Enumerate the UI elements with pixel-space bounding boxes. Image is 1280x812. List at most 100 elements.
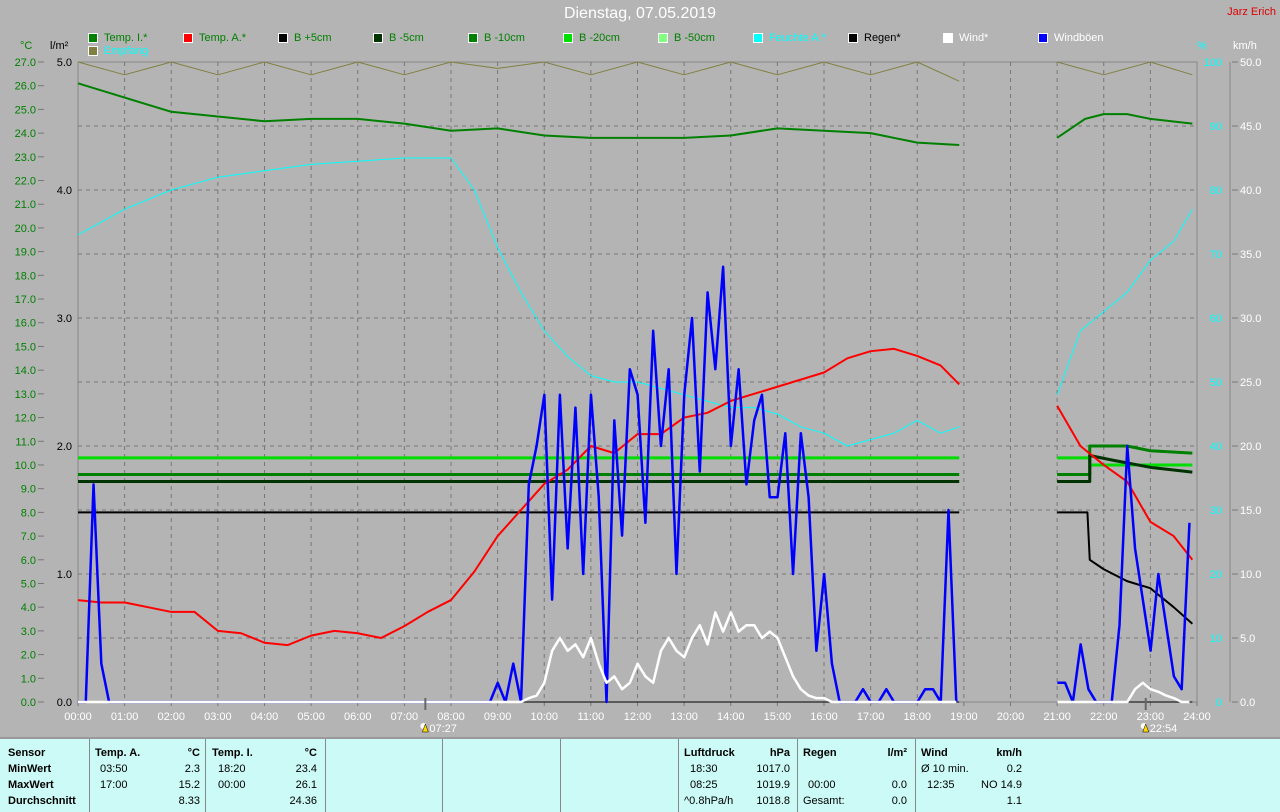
pressure-trend: ^0.8hPa/h xyxy=(684,795,734,807)
x-tick-label: 13:00 xyxy=(670,711,698,723)
x-tick-label: 10:00 xyxy=(530,711,558,723)
x-tick-label: 18:00 xyxy=(903,711,931,723)
x-tick-label: 02:00 xyxy=(157,711,185,723)
wind-tick-label: 0.0 xyxy=(1240,697,1255,709)
temp-tick-label: 26.0 xyxy=(15,81,36,93)
x-tick-label: 09:00 xyxy=(484,711,512,723)
temp-tick-label: 19.0 xyxy=(15,247,36,259)
temp-tick-label: 18.0 xyxy=(15,270,36,282)
humidity-tick-label: 30 xyxy=(1210,505,1222,517)
temp-tick-label: 17.0 xyxy=(15,294,36,306)
temp-a-min-value: 2.3 xyxy=(184,763,200,775)
temp-tick-label: 9.0 xyxy=(21,484,36,496)
temp-i-unit: °C xyxy=(304,747,317,759)
wind-tick-label: 5.0 xyxy=(1240,633,1255,645)
temp-tick-label: 20.0 xyxy=(15,223,36,235)
rain-max-time: 00:00 xyxy=(808,779,836,791)
x-tick-label: 04:00 xyxy=(251,711,279,723)
temp-tick-label: 22.0 xyxy=(15,176,36,188)
temp-tick-label: 0.0 xyxy=(21,697,36,709)
x-tick-label: 24:00 xyxy=(1183,711,1211,723)
temp-i-header: Temp. I. xyxy=(212,747,253,759)
pressure-average: 1018.8 xyxy=(756,795,790,807)
temp-a-average: 8.33 xyxy=(178,795,200,807)
x-tick-label: 07:00 xyxy=(391,711,419,723)
x-tick-label: 08:00 xyxy=(437,711,465,723)
temp-tick-label: 8.0 xyxy=(21,507,36,519)
humidity-tick-label: 90 xyxy=(1210,121,1222,133)
wind-avg10-value: 0.2 xyxy=(1006,763,1022,775)
temp-i-max-value: 26.1 xyxy=(295,779,317,791)
temp-tick-label: 12.0 xyxy=(15,413,36,425)
temp-i-max-time: 00:00 xyxy=(218,779,246,791)
humidity-tick-label: 0 xyxy=(1216,697,1222,709)
wind-unit: km/h xyxy=(996,747,1022,759)
pressure-max-time: 08:25 xyxy=(690,779,718,791)
rain-tick-label: 3.0 xyxy=(57,313,72,325)
humidity-tick-label: 100 xyxy=(1204,57,1222,69)
temp-i-min-value: 23.4 xyxy=(295,763,317,775)
temp-tick-label: 21.0 xyxy=(15,199,36,211)
temp-a-min-time: 03:50 xyxy=(100,763,128,775)
x-tick-label: 11:00 xyxy=(578,711,605,723)
pressure-min-time: 18:30 xyxy=(690,763,718,775)
wind-tick-label: 25.0 xyxy=(1240,377,1261,389)
wind-tick-label: 45.0 xyxy=(1240,121,1261,133)
rain-tick-label: 1.0 xyxy=(57,569,72,581)
humidity-tick-label: 20 xyxy=(1210,569,1222,581)
humidity-tick-label: 40 xyxy=(1210,441,1222,453)
wind-tick-label: 15.0 xyxy=(1240,505,1261,517)
temp-tick-label: 10.0 xyxy=(15,460,36,472)
humidity-tick-label: 80 xyxy=(1210,185,1222,197)
x-tick-label: 14:00 xyxy=(717,711,745,723)
temp-tick-label: 27.0 xyxy=(15,57,36,69)
temp-a-header: Temp. A. xyxy=(95,747,141,759)
temp-tick-label: 23.0 xyxy=(15,152,36,164)
temp-tick-label: 14.0 xyxy=(15,365,36,377)
x-tick-label: 01:00 xyxy=(111,711,139,723)
x-tick-label: 16:00 xyxy=(810,711,838,723)
rain-total-value: 0.0 xyxy=(891,795,907,807)
temp-tick-label: 1.0 xyxy=(21,673,36,685)
wind-tick-label: 30.0 xyxy=(1240,313,1261,325)
rain-header: Regen xyxy=(803,747,837,759)
x-tick-label: 23:00 xyxy=(1137,711,1165,723)
wind-tick-label: 20.0 xyxy=(1240,441,1261,453)
x-tick-label: 03:00 xyxy=(204,711,232,723)
wind-tick-label: 35.0 xyxy=(1240,249,1261,261)
humidity-tick-label: 10 xyxy=(1210,633,1222,645)
temp-tick-label: 13.0 xyxy=(15,389,36,401)
rain-unit: l/m² xyxy=(887,747,907,759)
temp-a-max-time: 17:00 xyxy=(100,779,128,791)
humidity-tick-label: 70 xyxy=(1210,249,1222,261)
pressure-unit: hPa xyxy=(769,747,790,759)
temp-a-max-value: 15.2 xyxy=(178,779,200,791)
temp-tick-label: 6.0 xyxy=(21,555,36,567)
temp-tick-label: 4.0 xyxy=(21,602,36,614)
x-tick-label: 22:00 xyxy=(1090,711,1118,723)
x-tick-label: 19:00 xyxy=(950,711,978,723)
rain-tick-label: 5.0 xyxy=(57,57,72,69)
humidity-tick-label: 60 xyxy=(1210,313,1222,325)
wind-tick-label: 10.0 xyxy=(1240,569,1261,581)
wind-max-time: 12:35 xyxy=(927,779,955,791)
statistics-panel: Sensor MinWert MaxWert Durchschnitt Temp… xyxy=(0,737,1280,812)
rain-max-value: 0.0 xyxy=(891,779,907,791)
temp-tick-label: 2.0 xyxy=(21,650,36,662)
sensor-header: Sensor xyxy=(8,747,46,759)
wind-max-value: NO 14.9 xyxy=(981,779,1022,791)
weather-chart: 00:00 01:00 02:00 03:00 04:00 05:00 06:00 07:00… xyxy=(15,57,1262,735)
x-tick-label: 06:00 xyxy=(344,711,372,723)
row-label-min: MinWert xyxy=(8,763,52,775)
rain-tick-label: 0.0 xyxy=(57,697,72,709)
wind-tick-label: 40.0 xyxy=(1240,185,1261,197)
rain-total-label: Gesamt: xyxy=(803,795,845,807)
row-label-max: MaxWert xyxy=(8,779,54,791)
wind-average: 1.1 xyxy=(1006,795,1022,807)
temp-tick-label: 24.0 xyxy=(15,128,36,140)
x-tick-label: 00:00 xyxy=(64,711,92,723)
temp-tick-label: 3.0 xyxy=(21,626,36,638)
sunset-time: 22:54 xyxy=(1150,723,1178,735)
row-label-avg: Durchschnitt xyxy=(8,795,76,807)
humidity-tick-label: 50 xyxy=(1210,377,1222,389)
